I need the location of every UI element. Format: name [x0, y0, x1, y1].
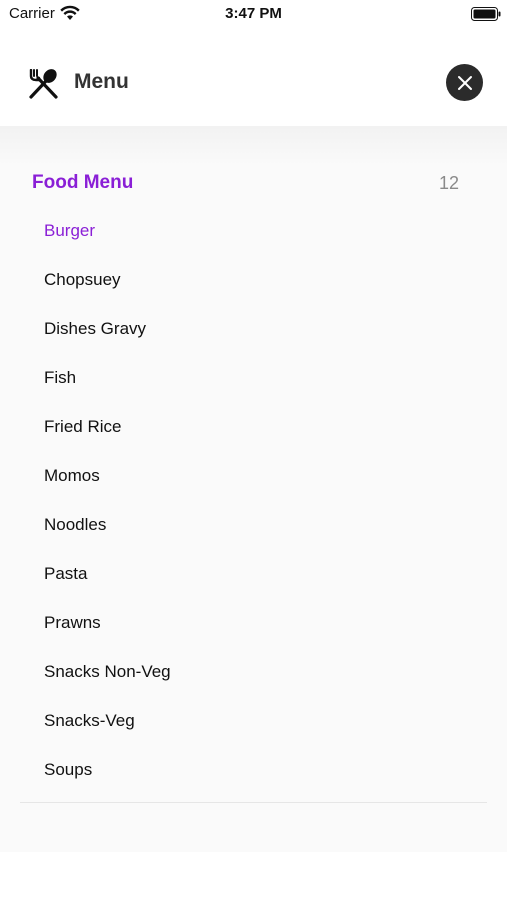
menu-item-chopsuey[interactable]: Chopsuey: [0, 255, 507, 304]
menu-item-soups[interactable]: Soups: [0, 745, 507, 794]
fork-spoon-icon: [29, 69, 58, 99]
page-title: Menu: [74, 70, 129, 93]
close-button[interactable]: [446, 64, 483, 101]
menu-item-snacks-non-veg[interactable]: Snacks Non-Veg: [0, 647, 507, 696]
menu-item-momos[interactable]: Momos: [0, 451, 507, 500]
menu-item-noodles[interactable]: Noodles: [0, 500, 507, 549]
menu-item-snacks-veg[interactable]: Snacks-Veg: [0, 696, 507, 745]
menu-item-pasta[interactable]: Pasta: [0, 549, 507, 598]
menu-header: Menu: [0, 37, 507, 126]
menu-item-burger[interactable]: Burger: [0, 206, 507, 255]
battery-icon: [471, 7, 501, 21]
section-count: 12: [438, 173, 459, 193]
list-divider: [20, 802, 487, 803]
menu-item-prawns[interactable]: Prawns: [0, 598, 507, 647]
status-time: 3:47 PM: [225, 5, 282, 22]
status-bar: Carrier 3:47 PM: [0, 0, 507, 28]
menu-list: Burger Chopsuey Dishes Gravy Fish Fried …: [0, 206, 507, 794]
menu-item-fried-rice[interactable]: Fried Rice: [0, 402, 507, 451]
menu-item-dishes-gravy[interactable]: Dishes Gravy: [0, 304, 507, 353]
close-icon: [457, 75, 472, 90]
menu-content: Food Menu 12 Burger Chopsuey Dishes Grav…: [0, 126, 507, 852]
menu-item-fish[interactable]: Fish: [0, 353, 507, 402]
section-title[interactable]: Food Menu: [32, 172, 133, 194]
